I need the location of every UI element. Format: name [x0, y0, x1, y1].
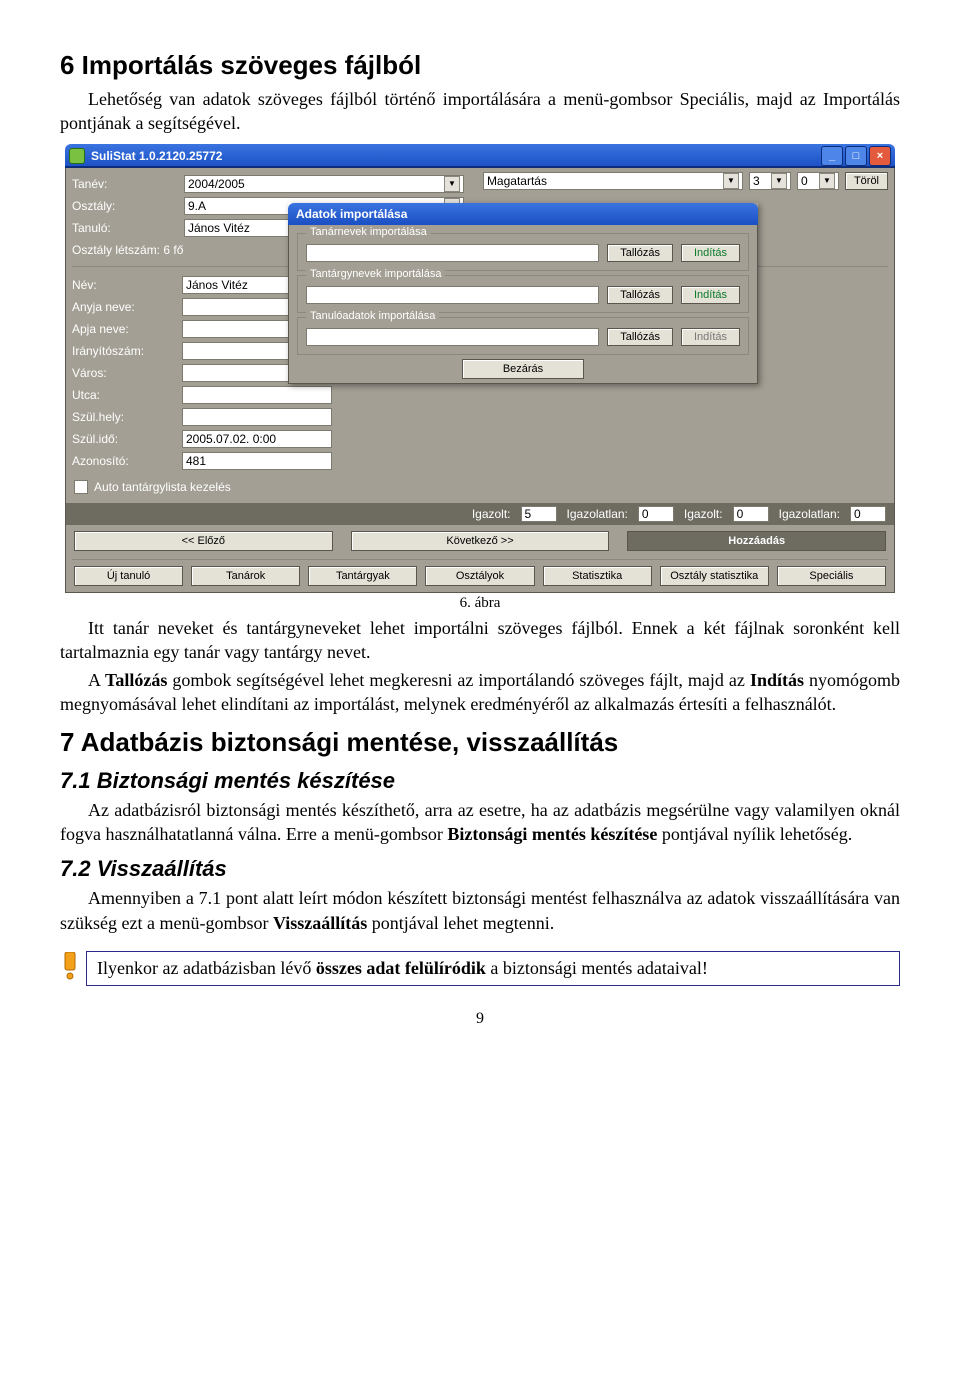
heading-6: 6 Importálás szöveges fájlból — [60, 50, 900, 81]
start-button-2[interactable]: Indítás — [681, 286, 740, 304]
menu-specialis[interactable]: Speciális — [777, 566, 886, 586]
paragraph-6-intro: Lehetőség van adatok szöveges fájlból tö… — [60, 87, 900, 136]
dialog-close-button[interactable]: Bezárás — [462, 359, 584, 379]
window-titlebar: SuliStat 1.0.2120.25772 _ □ × — [65, 144, 895, 168]
start-button-3[interactable]: Indítás — [681, 328, 740, 346]
paragraph-7-1: Az adatbázisról biztonsági mentés készít… — [60, 798, 900, 847]
app-screenshot: SuliStat 1.0.2120.25772 _ □ × Tanév: 200… — [65, 144, 895, 593]
figure-caption: 6. ábra — [60, 595, 900, 612]
minimize-button[interactable]: _ — [821, 146, 843, 166]
warning-bold: összes adat felülíródik — [316, 958, 486, 978]
combo-grade2-value: 0 — [801, 174, 808, 188]
label-azon: Azonosító: — [72, 451, 182, 471]
combo-grade1-value: 3 — [753, 174, 760, 188]
app-icon — [69, 148, 85, 164]
maximize-button[interactable]: □ — [845, 146, 867, 166]
group-label-tantargynevek: Tantárgynevek importálása — [306, 268, 445, 280]
combo-magatartas[interactable]: Magatartás ▼ — [483, 172, 743, 190]
label-auto: Auto tantárgylista kezelés — [94, 477, 231, 497]
heading-7-2: 7.2 Visszaállítás — [60, 856, 900, 882]
group-tanarnevek: Tanárnevek importálása Tallózás Indítás — [297, 233, 749, 271]
input-igazolatlan1[interactable] — [638, 506, 674, 522]
browse-button-2[interactable]: Tallózás — [607, 286, 673, 304]
close-button[interactable]: × — [869, 146, 891, 166]
chevron-down-icon: ▼ — [819, 173, 835, 189]
group-tantargynevek: Tantárgynevek importálása Tallózás Indít… — [297, 275, 749, 313]
menu-tantargyak[interactable]: Tantárgyak — [308, 566, 417, 586]
combo-tanev-value: 2004/2005 — [188, 177, 245, 191]
label-szulido: Szül.idő: — [72, 429, 182, 449]
chevron-down-icon: ▼ — [771, 173, 787, 189]
browse-button-1[interactable]: Tallózás — [607, 244, 673, 262]
nav-bar: << Előző Következő >> Hozzáadás — [66, 525, 894, 557]
label-utca: Utca: — [72, 385, 182, 405]
input-tanar-file[interactable] — [306, 244, 599, 262]
torol-button[interactable]: Töröl — [845, 172, 888, 190]
combo-magatartas-value: Magatartás — [487, 174, 547, 188]
absence-strip: Igazolt: Igazolatlan: Igazolt: Igazolatl… — [66, 503, 894, 525]
label-igazolt1: Igazolt: — [472, 507, 511, 521]
group-tanuloadatok: Tanulóadatok importálása Tallózás Indítá… — [297, 317, 749, 355]
label-varos: Város: — [72, 363, 182, 383]
chevron-down-icon: ▼ — [444, 176, 460, 192]
checkbox-auto[interactable] — [74, 480, 88, 494]
next-button[interactable]: Következő >> — [351, 531, 610, 551]
input-igazolatlan2[interactable] — [850, 506, 886, 522]
label-apja: Apja neve: — [72, 319, 182, 339]
label-tanev: Tanév: — [72, 174, 184, 194]
input-tantargy-file[interactable] — [306, 286, 599, 304]
menu-statisztika[interactable]: Statisztika — [543, 566, 652, 586]
paragraph-7-2: Amennyiben a 7.1 pont alatt leírt módon … — [60, 886, 900, 935]
combo-grade1[interactable]: 3 ▼ — [749, 172, 791, 190]
menu-bar: Új tanuló Tanárok Tantárgyak Osztályok S… — [66, 562, 894, 588]
label-szulhely: Szül.hely: — [72, 407, 182, 427]
combo-grade2[interactable]: 0 ▼ — [797, 172, 839, 190]
combo-osztaly-value: 9.A — [188, 199, 206, 213]
app-body: Tanév: 2004/2005 ▼ Osztály: 9.A ▼ Tanuló… — [65, 168, 895, 593]
label-igazolatlan1: Igazolatlan: — [567, 507, 628, 521]
heading-7: 7 Adatbázis biztonsági mentése, visszaál… — [60, 727, 900, 758]
menu-uj-tanulo[interactable]: Új tanuló — [74, 566, 183, 586]
input-utca[interactable] — [182, 386, 332, 404]
add-button[interactable]: Hozzáadás — [627, 531, 886, 551]
prev-button[interactable]: << Előző — [74, 531, 333, 551]
paragraph-6-3: A Tallózás gombok segítségével lehet meg… — [60, 668, 900, 717]
warning-note: Ilyenkor az adatbázisban lévő összes ada… — [86, 951, 900, 986]
combo-tanev[interactable]: 2004/2005 ▼ — [184, 175, 464, 193]
paragraph-6-2: Itt tanár neveket és tantárgyneveket leh… — [60, 616, 900, 665]
warning-icon — [59, 952, 81, 978]
browse-button-3[interactable]: Tallózás — [607, 328, 673, 346]
label-igazolatlan2: Igazolatlan: — [779, 507, 840, 521]
group-label-tanuloadatok: Tanulóadatok importálása — [306, 310, 439, 322]
import-dialog: Adatok importálása Tanárnevek importálás… — [288, 203, 758, 384]
dialog-titlebar: Adatok importálása — [288, 203, 758, 225]
menu-osztaly-stat[interactable]: Osztály statisztika — [660, 566, 769, 586]
window-title: SuliStat 1.0.2120.25772 — [91, 149, 819, 163]
label-nev: Név: — [72, 275, 182, 295]
input-tanuloadat-file[interactable] — [306, 328, 599, 346]
start-button-1[interactable]: Indítás — [681, 244, 740, 262]
input-szulido[interactable] — [182, 430, 332, 448]
label-irsz: Irányítószám: — [72, 341, 182, 361]
input-igazolt1[interactable] — [521, 506, 557, 522]
chevron-down-icon: ▼ — [723, 173, 739, 189]
input-szulhely[interactable] — [182, 408, 332, 426]
heading-7-1: 7.1 Biztonsági mentés készítése — [60, 768, 900, 794]
warning-text: Ilyenkor az adatbázisban lévő összes ada… — [97, 958, 708, 978]
page-number: 9 — [60, 1010, 900, 1028]
input-azon[interactable] — [182, 452, 332, 470]
label-tanulo: Tanuló: — [72, 218, 184, 238]
group-label-tanarnevek: Tanárnevek importálása — [306, 226, 431, 238]
menu-osztalyok[interactable]: Osztályok — [425, 566, 534, 586]
label-anyja: Anyja neve: — [72, 297, 182, 317]
menu-tanarok[interactable]: Tanárok — [191, 566, 300, 586]
input-igazolt2[interactable] — [733, 506, 769, 522]
label-osztaly: Osztály: — [72, 196, 184, 216]
label-igazolt2: Igazolt: — [684, 507, 723, 521]
combo-tanulo-value: János Vitéz — [188, 221, 250, 235]
